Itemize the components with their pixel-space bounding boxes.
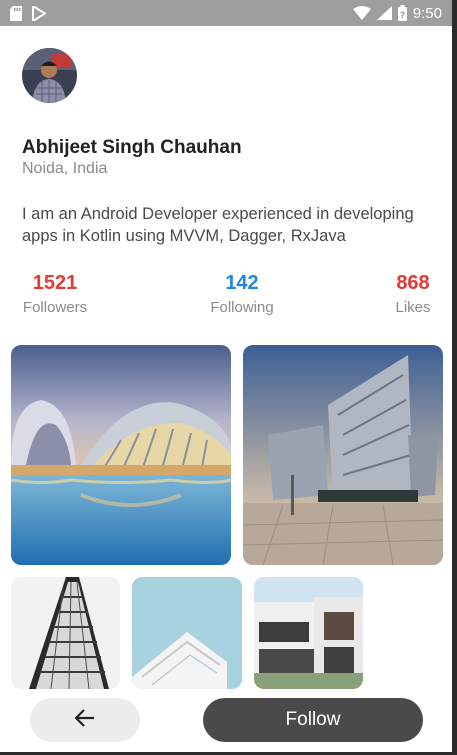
following-stat[interactable]: 142 Following [206,272,278,316]
follow-button[interactable]: Follow [203,698,423,742]
profile-bio: I am an Android Developer experienced in… [22,205,414,245]
house-photo[interactable] [254,577,363,689]
likes-label: Likes [395,299,431,316]
wifi-icon [352,6,371,20]
following-label: Following [210,299,274,316]
signal-icon [376,6,392,20]
followers-label: Followers [22,299,88,316]
tower-photo[interactable] [11,577,120,689]
followers-stat[interactable]: 1521 Followers [22,272,88,316]
frame-edge [452,0,457,755]
svg-text:?: ? [400,11,405,21]
status-left-icons [10,5,46,21]
status-right-icons: ? 9:50 [352,4,442,22]
profile-name: Abhijeet Singh Chauhan [22,137,242,158]
likes-count: 868 [396,272,430,294]
likes-stat[interactable]: 868 Likes [392,272,434,316]
battery-icon: ? [397,5,407,21]
balcony-photo[interactable] [132,577,242,689]
following-count: 142 [225,272,259,294]
followers-count: 1521 [32,272,78,294]
clock: 9:50 [412,4,442,22]
sd-card-icon [10,5,22,21]
architecture-photo[interactable] [11,345,231,565]
play-store-icon [32,5,46,21]
profile-location: Noida, India [22,160,108,177]
back-button[interactable] [30,698,140,742]
status-bar: ? 9:50 [0,0,452,26]
building-photo[interactable] [243,345,443,565]
avatar[interactable] [22,48,77,103]
arrow-back-icon [74,708,95,732]
